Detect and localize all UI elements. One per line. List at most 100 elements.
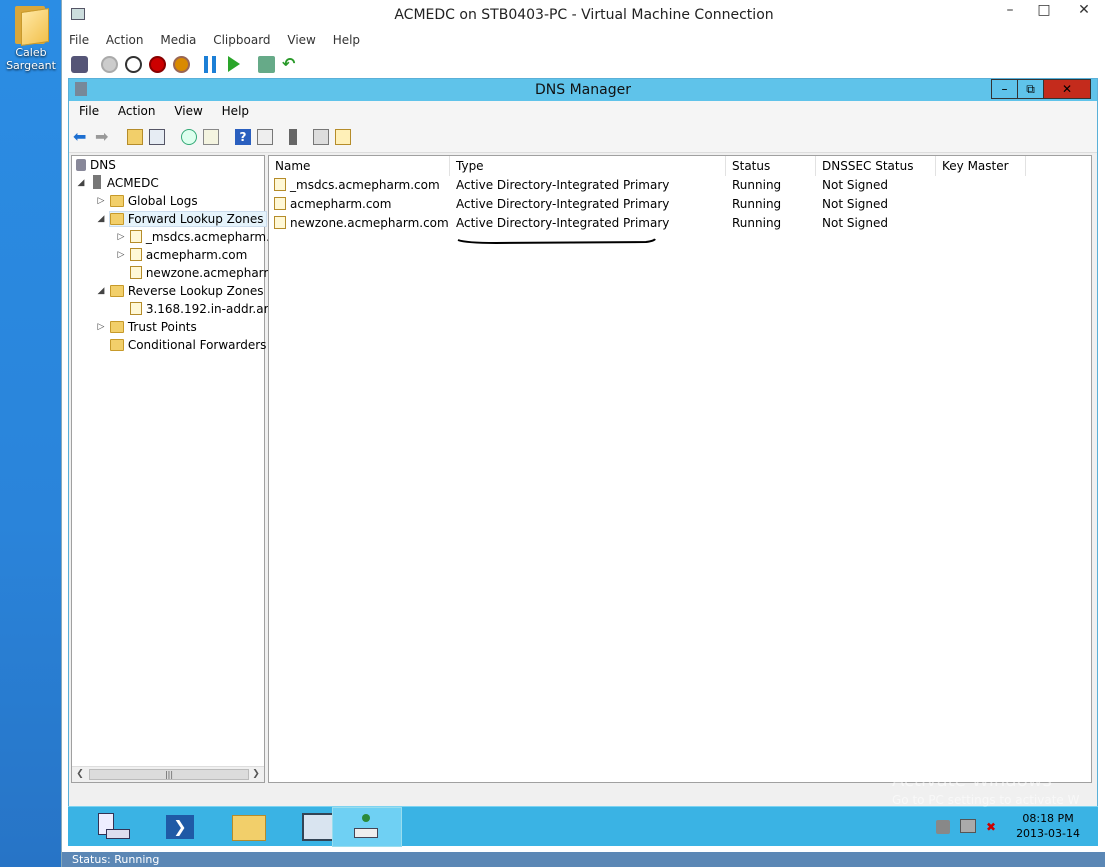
scroll-right-icon[interactable]: ❯ [249,768,263,781]
table-row[interactable]: newzone.acmepharm.com Active Directory-I… [269,214,1091,233]
system-tray: ✖ 08:18 PM 2013-03-14 [918,807,1098,847]
dns-menu-action[interactable]: Action [108,101,161,118]
dns-menu-file[interactable]: File [69,101,104,118]
folder-icon [109,321,124,333]
back-icon[interactable]: ⬅ [73,129,89,145]
zone-icon[interactable] [335,129,351,145]
refresh-icon[interactable] [181,129,197,145]
dns-close-icon[interactable]: ✕ [1043,79,1091,99]
expand-arrow-icon[interactable]: ▷ [96,318,106,336]
tree-label: newzone.acmepharm [145,266,276,280]
collapse-arrow-icon[interactable]: ◢ [96,282,106,300]
console-tree: DNS ◢ ACMEDC ▷ Global Logs ◢ Forward Loo… [71,155,276,783]
vm-menu-action[interactable]: Action [99,30,150,47]
export-list-icon[interactable] [203,129,219,145]
taskbar-server-manager[interactable] [76,807,146,847]
vm-connection-window: ACMEDC on STB0403-PC - Virtual Machine C… [61,0,1105,867]
up-one-level-icon[interactable] [127,129,143,145]
tree-item-forward-lookup-zones[interactable]: ◢ Forward Lookup Zones [96,210,268,228]
zone-type: Active Directory-Integrated Primary [456,178,670,192]
tree-item-zone-acmepharm[interactable]: ▷ acmepharm.com [116,246,247,264]
maximize-icon[interactable]: □ [1030,0,1058,22]
tree-label: Global Logs [127,194,198,208]
collapse-arrow-icon[interactable]: ◢ [76,174,86,192]
action-center-icon[interactable] [936,820,950,834]
expand-arrow-icon[interactable]: ▷ [116,228,126,246]
vm-menu-view[interactable]: View [280,30,321,47]
powershell-icon: ❯ [166,815,194,839]
forward-icon[interactable]: ➡ [95,129,111,145]
vm-menu-media[interactable]: Media [153,30,202,47]
column-header-dnssec-status[interactable]: DNSSEC Status [816,156,936,176]
tree-item-trust-points[interactable]: ▷ Trust Points [96,318,197,336]
properties-icon[interactable] [257,129,273,145]
zone-dnssec: Not Signed [822,197,889,211]
column-header-status[interactable]: Status [726,156,816,176]
taskbar-dns-manager[interactable] [332,807,402,847]
clock-time: 08:18 PM [1022,812,1074,825]
start-icon[interactable] [101,56,118,73]
column-header-key-master[interactable]: Key Master [936,156,1026,176]
dns-icon [76,159,86,171]
network-icon[interactable] [960,819,976,833]
zone-list: Name Type Status DNSSEC Status Key Maste… [268,155,1092,783]
help-icon[interactable]: ? [235,129,251,145]
dns-manager-taskbar-icon [353,814,379,840]
zone-icon [129,248,142,261]
file-explorer-icon [232,815,266,841]
pause-icon[interactable] [204,56,216,73]
snapshot-icon[interactable] [258,56,275,73]
resume-icon[interactable] [228,56,240,72]
zone-icon [129,230,142,243]
tree-label: DNS [90,158,116,172]
desktop-folder-shortcut[interactable]: Caleb Sargeant [3,2,59,72]
dns-menu-bar: File Action View Help [69,101,1097,123]
vm-menu-file[interactable]: File [62,30,95,47]
minimize-icon[interactable]: – [996,0,1024,22]
column-header-name[interactable]: Name [269,156,450,176]
tree-item-zone-msdcs[interactable]: ▷ _msdcs.acmepharm.c [116,228,276,246]
server-icon[interactable] [289,129,297,145]
list-icon[interactable] [313,129,329,145]
expand-arrow-icon[interactable]: ▷ [96,192,106,210]
dns-restore-icon[interactable]: ⧉ [1017,79,1044,99]
volume-muted-icon[interactable]: ✖ [986,820,1000,834]
tree-item-server[interactable]: ◢ ACMEDC [76,174,159,192]
collapse-arrow-icon[interactable]: ◢ [96,210,106,228]
dns-menu-view[interactable]: View [164,101,207,118]
table-row[interactable]: _msdcs.acmepharm.com Active Directory-In… [269,176,1091,195]
tree-item-reverse-zone[interactable]: 3.168.192.in-addr.arp [116,300,276,318]
tree-item-zone-newzone[interactable]: newzone.acmepharm [116,264,275,282]
taskbar-file-explorer[interactable] [216,807,286,847]
tree-item-conditional-forwarders[interactable]: Conditional Forwarders [96,336,266,354]
table-row[interactable]: acmepharm.com Active Directory-Integrate… [269,195,1091,214]
dns-minimize-icon[interactable]: – [991,79,1018,99]
vm-menu-bar: File Action Media Clipboard View Help [62,30,1105,52]
taskbar-powershell[interactable]: ❯ [146,807,216,847]
revert-icon[interactable]: ↶ [282,56,299,73]
system-clock[interactable]: 08:18 PM 2013-03-14 [1016,811,1080,841]
tree-item-dns[interactable]: DNS [76,156,116,174]
tree-label: 3.168.192.in-addr.arp [145,302,277,316]
tree-item-reverse-lookup-zones[interactable]: ◢ Reverse Lookup Zones [96,282,264,300]
show-hide-console-tree-icon[interactable] [149,129,165,145]
dns-menu-help[interactable]: Help [212,101,254,118]
turn-off-icon[interactable] [125,56,142,73]
column-header-type[interactable]: Type [450,156,726,176]
watermark-subtitle: Go to PC settings to activate W [892,793,1080,807]
expand-arrow-icon[interactable]: ▷ [116,246,126,264]
scroll-thumb[interactable]: ||| [89,769,249,780]
zone-status: Running [732,178,782,192]
zone-status: Running [732,216,782,230]
zone-icon [129,266,142,279]
dns-window-title: DNS Manager [535,82,631,98]
vm-menu-help[interactable]: Help [326,30,366,47]
ctrl-alt-del-icon[interactable] [71,56,88,73]
scroll-left-icon[interactable]: ❮ [73,768,87,781]
close-icon[interactable]: ✕ [1070,0,1098,22]
shut-down-icon[interactable] [149,56,166,73]
tree-horizontal-scrollbar[interactable]: ❮ ||| ❯ [72,766,264,782]
save-state-icon[interactable] [173,56,190,73]
vm-menu-clipboard[interactable]: Clipboard [206,30,276,47]
tree-item-global-logs[interactable]: ▷ Global Logs [96,192,198,210]
